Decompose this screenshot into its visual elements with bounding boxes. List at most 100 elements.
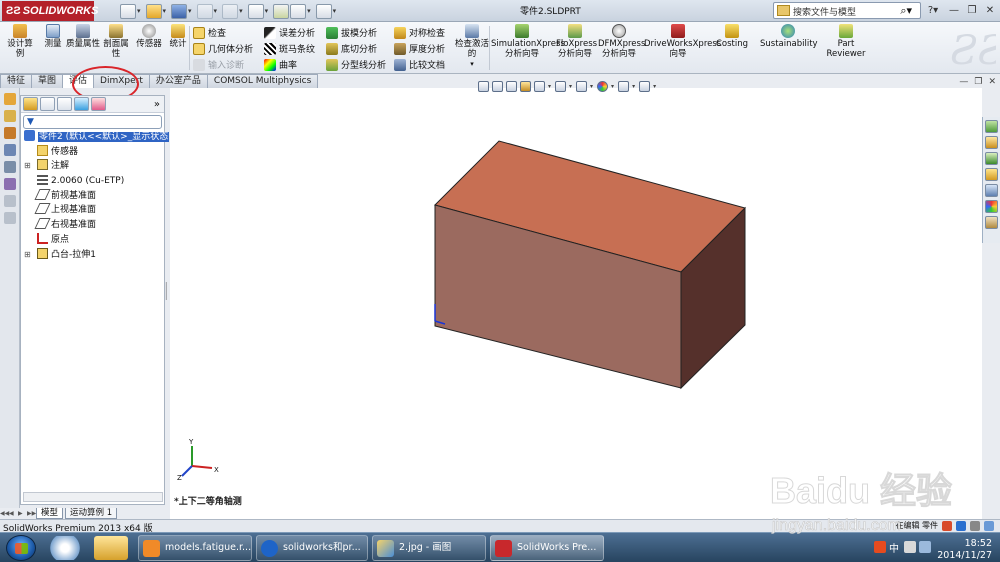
driveworksxpress-button[interactable]: DriveWorksXpress 向导 xyxy=(644,24,721,59)
symmetry-check-button[interactable]: 对称检查 xyxy=(394,25,445,40)
solidworks-logo[interactable]: ƧƧ SOLIDWORKS xyxy=(2,1,98,21)
tab-comsol[interactable]: COMSOL Multiphysics xyxy=(206,74,319,88)
appearance-dropdown-icon[interactable]: ▾ xyxy=(611,83,614,90)
tree-root-part[interactable]: 零件2 (默认<<默认>_显示状态 xyxy=(21,130,170,145)
doc-minimize-icon[interactable]: — xyxy=(959,77,968,87)
compare-documents-button[interactable]: 比较文档 xyxy=(394,57,445,72)
design-library-icon[interactable] xyxy=(985,152,998,165)
configuration-manager-tab-icon[interactable] xyxy=(57,97,72,111)
tree-item-annotations[interactable]: ⊞ 注解 xyxy=(21,159,164,174)
ime-indicator[interactable]: 中 xyxy=(889,540,899,555)
tree-item-sensors[interactable]: 传感器 xyxy=(21,144,164,160)
scene-dropdown-icon[interactable]: ▾ xyxy=(632,83,635,90)
view-orientation-icon[interactable] xyxy=(534,80,545,92)
apply-scene-icon[interactable] xyxy=(618,80,630,92)
expand-panel-icon[interactable]: » xyxy=(154,99,160,110)
minimize-icon[interactable]: — xyxy=(946,3,962,19)
graphics-area[interactable]: Y X Z xyxy=(170,88,982,519)
save-dropdown-icon[interactable]: ▾ xyxy=(188,7,192,15)
dimxpert-manager-tab-icon[interactable] xyxy=(74,97,89,111)
sustainability-button[interactable]: Sustainability xyxy=(760,24,818,49)
display-manager-tab-icon[interactable] xyxy=(91,97,106,111)
taskbar-item-pdf[interactable]: models.fatigue.r... xyxy=(138,535,252,561)
model-viewport[interactable]: Y X Z xyxy=(170,88,982,519)
hide-show-items-icon[interactable] xyxy=(576,80,588,92)
parting-line-analysis-button[interactable]: 分型线分析 xyxy=(326,57,386,72)
tab-scroll-left-icon[interactable]: ◀◀ xyxy=(0,510,9,517)
expand-icon[interactable]: ⊞ xyxy=(24,159,31,174)
tree-item-top-plane[interactable]: 上视基准面 xyxy=(21,203,164,218)
tab-scroll-prev-icon[interactable]: ◀ xyxy=(9,510,18,517)
display-style-dropdown-icon[interactable]: ▾ xyxy=(569,83,572,90)
horizontal-scrollbar[interactable] xyxy=(23,492,163,502)
simulationxpress-button[interactable]: SimulationXpress 分析向导 xyxy=(491,24,565,59)
tree-item-material[interactable]: 2.0060 (Cu-ETP) xyxy=(21,174,164,189)
undo-dropdown-icon[interactable]: ▾ xyxy=(239,7,243,15)
appearances-icon[interactable] xyxy=(985,200,998,213)
pinned-app-icon[interactable] xyxy=(48,536,82,560)
select-dropdown-icon[interactable]: ▾ xyxy=(265,7,269,15)
print-dropdown-icon[interactable]: ▾ xyxy=(214,7,218,15)
view-palette-icon[interactable] xyxy=(985,184,998,197)
costing-button[interactable]: Costing xyxy=(714,24,750,49)
part-reviewer-button[interactable]: Part Reviewer xyxy=(824,24,868,59)
smart-dimension-icon[interactable] xyxy=(4,93,16,105)
help-status-icon[interactable] xyxy=(984,520,994,531)
taskbar-item-solidworks[interactable]: SolidWorks Pre... xyxy=(490,535,604,561)
select-arrow-icon[interactable] xyxy=(247,3,264,19)
previous-view-icon[interactable] xyxy=(506,80,517,92)
tree-item-right-plane[interactable]: 右视基准面 xyxy=(21,218,164,233)
options-gear-icon[interactable] xyxy=(315,3,332,19)
open-dropdown-icon[interactable]: ▾ xyxy=(163,7,167,15)
reference-geometry-icon[interactable] xyxy=(4,161,16,173)
open-folder-icon[interactable] xyxy=(145,3,162,19)
solidworks-resources-icon[interactable] xyxy=(985,120,998,133)
view-settings-icon[interactable] xyxy=(639,80,651,92)
thickness-analysis-button[interactable]: 厚度分析 xyxy=(394,41,445,56)
search-icon[interactable]: ⌕▾ xyxy=(900,4,912,18)
grayed-tool-icon[interactable] xyxy=(4,195,16,207)
new-dropdown-icon[interactable]: ▾ xyxy=(137,7,141,15)
import-diagnostics-button[interactable]: 输入诊断 xyxy=(193,57,244,72)
view-orientation-dropdown-icon[interactable]: ▾ xyxy=(548,83,551,90)
tab-scroll-next-icon[interactable]: ▶ xyxy=(18,510,27,517)
file-properties-icon[interactable] xyxy=(290,3,307,19)
home-icon[interactable] xyxy=(985,136,998,149)
taskbar-item-browser[interactable]: solidworks和pr... xyxy=(256,535,368,561)
display-icon[interactable] xyxy=(4,178,16,190)
tab-features[interactable]: 特征 xyxy=(0,74,33,88)
sketch-icon[interactable] xyxy=(4,110,16,122)
hide-show-dropdown-icon[interactable]: ▾ xyxy=(590,83,593,90)
tree-item-origin[interactable]: 原点 xyxy=(21,232,164,248)
design-study-button[interactable]: 设计算例 xyxy=(4,24,36,59)
zoom-to-fit-icon[interactable] xyxy=(478,80,489,92)
annotation-tool-icon[interactable] xyxy=(4,144,16,156)
deviation-analysis-button[interactable]: 误差分析 xyxy=(264,25,315,40)
mass-properties-button[interactable]: 质量属性 xyxy=(66,24,100,49)
units-icon[interactable] xyxy=(970,520,980,531)
edit-appearance-icon[interactable] xyxy=(597,80,609,92)
undercut-analysis-button[interactable]: 底切分析 xyxy=(326,41,377,56)
tab-model[interactable]: 模型 xyxy=(36,508,64,519)
clock-time[interactable]: 18:52 xyxy=(965,538,992,549)
new-document-icon[interactable] xyxy=(120,3,136,19)
sogou-tray-icon[interactable] xyxy=(874,541,886,553)
save-icon[interactable] xyxy=(171,3,188,19)
tab-scroll-right-icon[interactable]: ▶▶ xyxy=(27,510,36,517)
print-icon[interactable] xyxy=(196,3,213,19)
search-box[interactable]: 搜索文件与模型 ⌕▾ xyxy=(773,2,921,19)
section-view-icon[interactable] xyxy=(520,80,531,92)
zebra-stripes-button[interactable]: 斑马条纹 xyxy=(264,41,315,56)
property-manager-tab-icon[interactable] xyxy=(40,97,55,111)
view-settings-dropdown-icon[interactable]: ▾ xyxy=(653,83,656,90)
properties-dropdown-icon[interactable]: ▾ xyxy=(307,7,311,15)
tray-icon[interactable] xyxy=(904,541,916,553)
options-dropdown-icon[interactable]: ▾ xyxy=(333,7,337,15)
section-properties-button[interactable]: 剖面属性 xyxy=(100,24,132,59)
tree-item-front-plane[interactable]: 前视基准面 xyxy=(21,188,164,204)
display-style-icon[interactable] xyxy=(555,80,567,92)
close-icon[interactable]: ✕ xyxy=(982,3,998,19)
zoom-to-area-icon[interactable] xyxy=(492,80,503,92)
clock-date[interactable]: 2014/11/27 xyxy=(937,550,992,561)
geometry-analysis-button[interactable]: 几何体分析 xyxy=(193,41,253,56)
